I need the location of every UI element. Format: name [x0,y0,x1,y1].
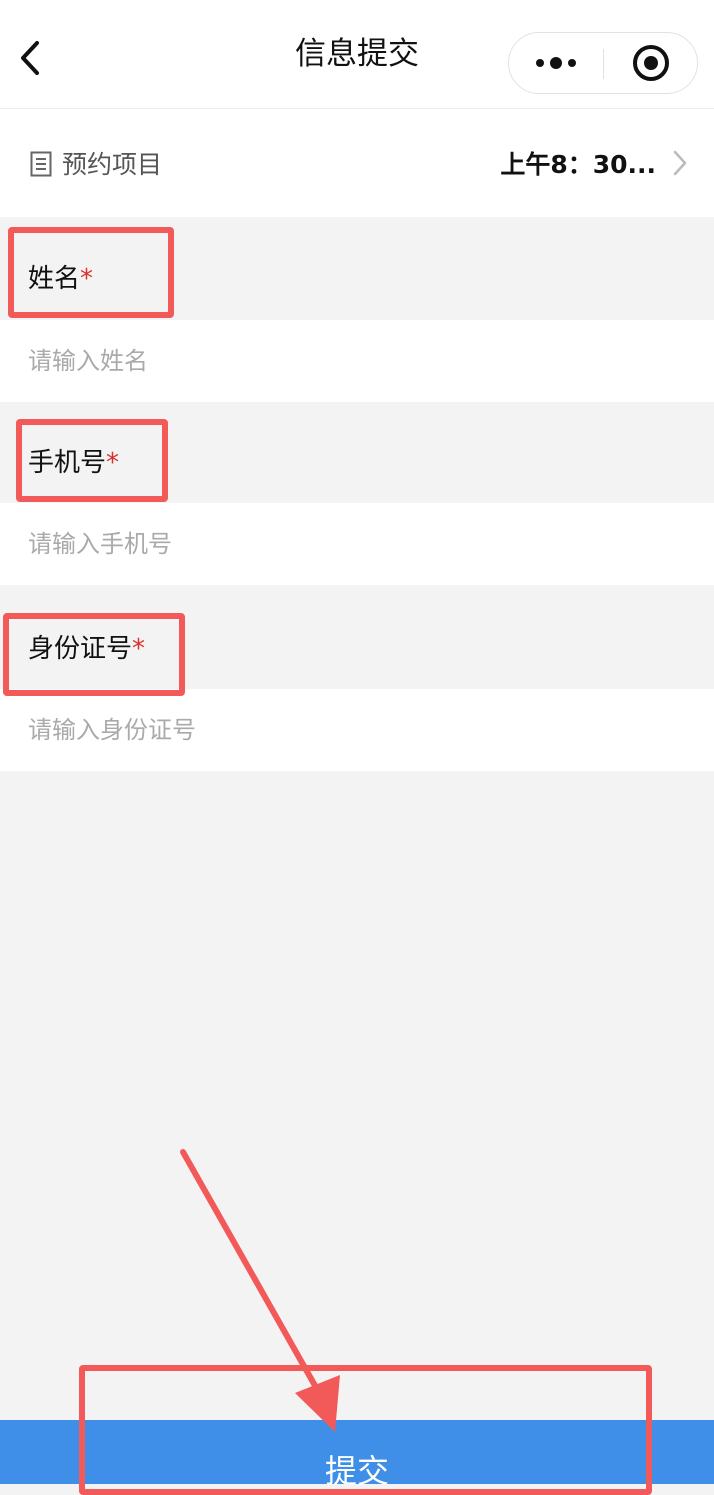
mini-program-capsule [508,32,698,94]
more-button[interactable] [509,33,603,93]
required-star: * [132,634,146,664]
id-number-input[interactable] [0,689,714,771]
submit-button[interactable]: 提交 [0,1420,714,1490]
back-button[interactable] [10,36,50,80]
phone-label: 手机号* [28,448,120,478]
document-list-icon [30,151,52,177]
booking-value: 上午8：30... [500,150,656,179]
booking-label: 预约项目 [62,150,163,179]
more-dots-icon [536,57,576,69]
close-button[interactable] [604,33,698,93]
booking-item-row[interactable]: 预约项目 上午8：30... [0,109,714,217]
name-input[interactable] [0,320,714,402]
nav-bar: 信息提交 [0,0,714,109]
required-star: * [106,448,120,478]
chevron-right-icon [673,150,687,176]
target-circle-icon [633,45,669,81]
phone-input[interactable] [0,503,714,585]
id-number-label: 身份证号* [28,634,146,664]
required-star: * [80,264,94,294]
chevron-left-icon [21,41,39,75]
name-label: 姓名* [28,264,94,294]
